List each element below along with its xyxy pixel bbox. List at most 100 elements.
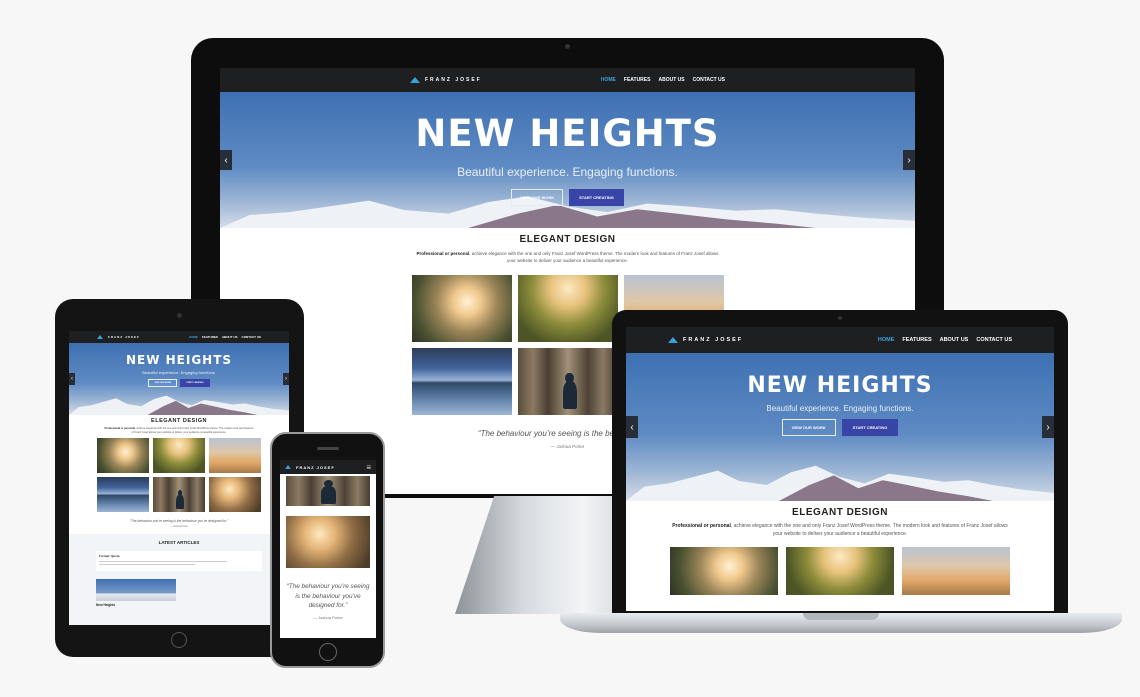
gallery-image[interactable] xyxy=(902,546,1010,595)
logo[interactable]: FRANZ JOSEF xyxy=(97,335,140,339)
testimonial-quote: “The behaviour you’re seeing is the beha… xyxy=(286,583,370,610)
gallery-image[interactable] xyxy=(97,477,149,513)
menu-about[interactable]: ABOUT US xyxy=(940,337,969,343)
phone: FRANZ JOSEF ≡ “The behaviour you’re seei… xyxy=(270,432,385,668)
slider-prev-button[interactable]: ‹ xyxy=(69,373,75,385)
article-title: New Heights xyxy=(96,603,116,608)
camera-dot xyxy=(177,313,182,318)
tablet-screen: FRANZ JOSEF HOME FEATURES ABOUT US CONTA… xyxy=(69,331,289,625)
gallery-image[interactable] xyxy=(286,516,370,568)
testimonial-author: — Joshua Porter xyxy=(170,525,188,529)
slider-next-button[interactable]: › xyxy=(1042,416,1054,438)
gallery-image[interactable] xyxy=(209,477,261,513)
image-grid xyxy=(626,546,1054,595)
camera-dot xyxy=(565,44,570,49)
slider-next-button[interactable]: › xyxy=(903,150,915,170)
latest-articles-title: LATEST ARTICLES xyxy=(158,540,200,546)
article-title: Format: Quote xyxy=(99,554,120,559)
view-work-button[interactable]: VIEW OUR WORK xyxy=(511,189,564,206)
mountain-logo-icon xyxy=(285,465,291,469)
section-lead: Professional or personal, achieve elegan… xyxy=(416,251,719,263)
gallery-image[interactable] xyxy=(411,274,512,342)
section-title: ELEGANT DESIGN xyxy=(792,507,888,518)
content-section: ELEGANT DESIGN Professional or personal,… xyxy=(69,415,289,535)
hamburger-menu-icon[interactable]: ≡ xyxy=(366,463,371,472)
section-lead: Professional or personal, achieve elegan… xyxy=(672,523,1008,537)
home-button[interactable] xyxy=(319,643,337,661)
latest-articles-section: LATEST ARTICLES Format: Quote New Height… xyxy=(69,534,289,607)
chevron-right-icon: › xyxy=(1046,421,1050,433)
article-excerpt-line xyxy=(99,564,195,566)
laptop-screen: FRANZ JOSEF HOME FEATURES ABOUT US CONTA… xyxy=(626,327,1054,611)
menu-features[interactable]: FEATURES xyxy=(902,337,931,343)
chevron-right-icon: › xyxy=(907,154,911,166)
desktop-nav: FRANZ JOSEF HOME FEATURES ABOUT US CONTA… xyxy=(220,68,915,92)
main-menu: HOME FEATURES ABOUT US CONTACT US xyxy=(878,337,1012,343)
section-title: ELEGANT DESIGN xyxy=(151,418,207,424)
menu-contact[interactable]: CONTACT US xyxy=(693,77,725,83)
start-creating-button[interactable]: START CREATING xyxy=(841,419,899,436)
gallery-image[interactable] xyxy=(517,347,618,415)
menu-contact[interactable]: CONTACT US xyxy=(976,337,1012,343)
hero-title: NEW HEIGHTS xyxy=(747,373,933,398)
hero-slider: NEW HEIGHTS Beautiful experience. Engagi… xyxy=(220,92,915,228)
gallery-image[interactable] xyxy=(153,438,205,474)
phone-nav: FRANZ JOSEF ≡ xyxy=(280,460,376,474)
menu-home[interactable]: HOME xyxy=(601,77,616,83)
menu-about[interactable]: ABOUT US xyxy=(658,77,684,83)
view-work-button[interactable]: VIEW OUR WORK xyxy=(781,419,836,436)
slider-prev-button[interactable]: ‹ xyxy=(626,416,638,438)
logo[interactable]: FRANZ JOSEF xyxy=(410,77,482,83)
home-button[interactable] xyxy=(171,632,187,648)
laptop-notch xyxy=(803,613,879,620)
camera-dot xyxy=(838,316,842,320)
gallery-image[interactable] xyxy=(97,438,149,474)
chevron-left-icon: ‹ xyxy=(71,376,73,382)
tablet: FRANZ JOSEF HOME FEATURES ABOUT US CONTA… xyxy=(55,299,304,657)
main-menu: HOME FEATURES ABOUT US CONTACT US xyxy=(189,335,261,339)
hero-subtitle: Beautiful experience. Engaging functions… xyxy=(142,370,216,375)
article-image[interactable] xyxy=(96,579,176,602)
phone-screen: FRANZ JOSEF ≡ “The behaviour you’re seei… xyxy=(280,460,376,638)
chevron-right-icon: › xyxy=(285,376,287,382)
logo[interactable]: FRANZ JOSEF xyxy=(285,465,335,470)
content-section: ELEGANT DESIGN Professional or personal,… xyxy=(626,501,1054,595)
article-excerpt-line xyxy=(99,561,227,563)
gallery-image[interactable] xyxy=(153,477,205,513)
slider-prev-button[interactable]: ‹ xyxy=(220,150,232,170)
menu-about[interactable]: ABOUT US xyxy=(222,335,238,339)
hero-slider: NEW HEIGHTS Beautiful experience. Engagi… xyxy=(69,343,289,415)
testimonial-author: — Joshua Porter xyxy=(312,614,343,620)
slider-next-button[interactable]: › xyxy=(283,373,289,385)
hero-slider: NEW HEIGHTS Beautiful experience. Engagi… xyxy=(626,353,1054,501)
menu-features[interactable]: FEATURES xyxy=(624,77,651,83)
gallery-image[interactable] xyxy=(786,546,894,595)
menu-contact[interactable]: CONTACT US xyxy=(242,335,261,339)
hero-subtitle: Beautiful experience. Engaging functions… xyxy=(766,404,914,413)
mountain-logo-icon xyxy=(668,337,678,343)
section-title: ELEGANT DESIGN xyxy=(519,234,616,245)
menu-home[interactable]: HOME xyxy=(878,337,895,343)
mountain-logo-icon xyxy=(97,335,103,339)
laptop: FRANZ JOSEF HOME FEATURES ABOUT US CONTA… xyxy=(612,310,1068,616)
mountains-image xyxy=(626,465,1054,501)
mountain-logo-icon xyxy=(410,77,420,83)
phone-speaker xyxy=(317,447,339,450)
image-grid xyxy=(69,438,289,513)
menu-home[interactable]: HOME xyxy=(189,335,198,339)
article-card[interactable]: Format: Quote xyxy=(96,551,262,572)
gallery-image[interactable] xyxy=(209,438,261,474)
start-creating-button[interactable]: START CREATING xyxy=(180,379,210,387)
gallery-image[interactable] xyxy=(411,347,512,415)
hero-title: NEW HEIGHTS xyxy=(125,353,233,367)
logo[interactable]: FRANZ JOSEF xyxy=(668,337,743,343)
gallery-image[interactable] xyxy=(517,274,618,342)
testimonial-quote: “The behaviour you’re seeing is the beha… xyxy=(129,519,229,524)
main-menu: HOME FEATURES ABOUT US CONTACT US xyxy=(601,77,725,83)
start-creating-button[interactable]: START CREATING xyxy=(569,189,624,206)
menu-features[interactable]: FEATURES xyxy=(202,335,218,339)
tablet-nav: FRANZ JOSEF HOME FEATURES ABOUT US CONTA… xyxy=(69,331,289,343)
view-work-button[interactable]: VIEW OUR WORK xyxy=(148,379,178,387)
gallery-image[interactable] xyxy=(670,546,778,595)
gallery-image[interactable] xyxy=(286,476,370,506)
